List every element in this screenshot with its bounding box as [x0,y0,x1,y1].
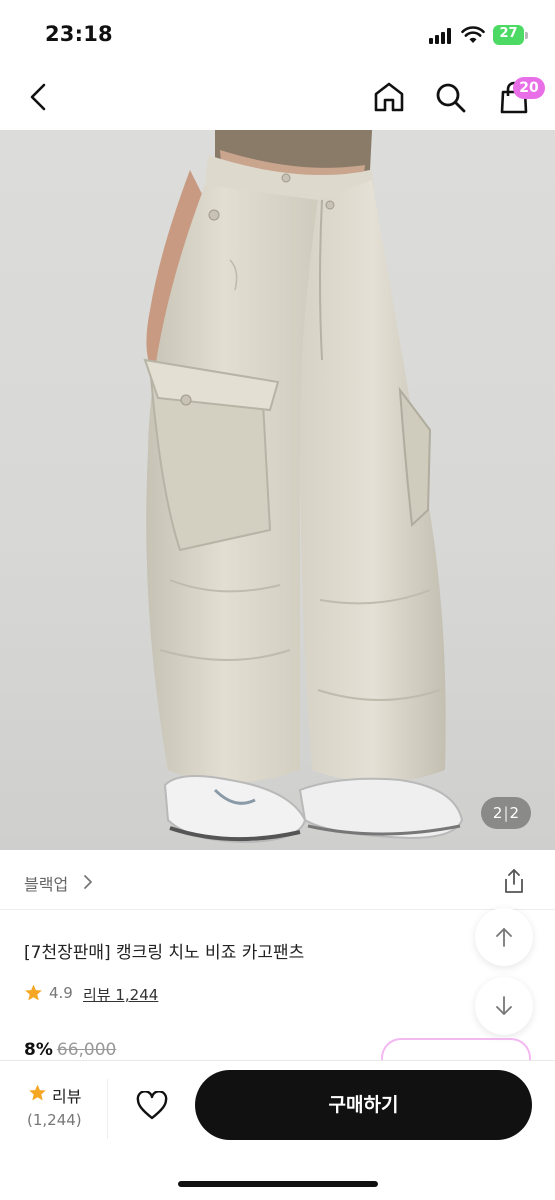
star-icon [25,984,42,1001]
signal-icon [429,28,455,44]
cart-count-badge: 20 [513,77,545,99]
rating-value: 4.9 [49,984,73,1002]
review-count: (1,244) [27,1111,82,1129]
brand-name[interactable]: 블랙업 [24,871,68,895]
bottom-action-bar: 리뷰 (1,244) 구매하기 [0,1060,555,1200]
heart-icon[interactable] [136,1091,168,1121]
search-icon[interactable] [434,81,468,115]
brand-row[interactable]: 블랙업 [0,852,555,910]
home-indicator [178,1181,378,1187]
review-label: 리뷰 [52,1087,82,1106]
battery-level: 27 [499,26,518,41]
product-photo [143,130,464,844]
buy-button[interactable]: 구매하기 [195,1070,532,1140]
product-title: [7천장판매] 캥크링 치노 비죠 카고팬츠 [24,943,305,963]
wifi-icon [461,26,485,43]
battery-icon: 27 [493,25,528,45]
scroll-down-button[interactable] [475,977,533,1035]
discount-rate: 8% [24,1040,53,1060]
page-total: 2 [509,804,520,822]
top-nav: 20 [0,64,555,130]
bottom-review-button[interactable]: 리뷰 (1,244) [0,1079,108,1139]
image-page-indicator: 2|2 [481,797,531,829]
star-icon [29,1084,46,1101]
status-time: 23:18 [45,22,113,46]
status-bar: 23:18 27 [0,0,555,64]
review-count-link[interactable]: 리뷰 1,244 [83,984,158,1005]
page-separator: | [503,804,509,822]
home-icon[interactable] [372,81,406,113]
original-price: 66,000 [56,1040,117,1060]
scroll-up-button[interactable] [475,908,533,966]
product-image[interactable] [0,130,555,850]
page-current: 2 [492,804,503,822]
arrow-up-icon [496,928,512,947]
share-icon[interactable] [502,868,526,894]
arrow-down-icon [496,996,512,1015]
back-arrow-icon[interactable] [26,82,52,112]
chevron-right-icon [84,875,92,889]
